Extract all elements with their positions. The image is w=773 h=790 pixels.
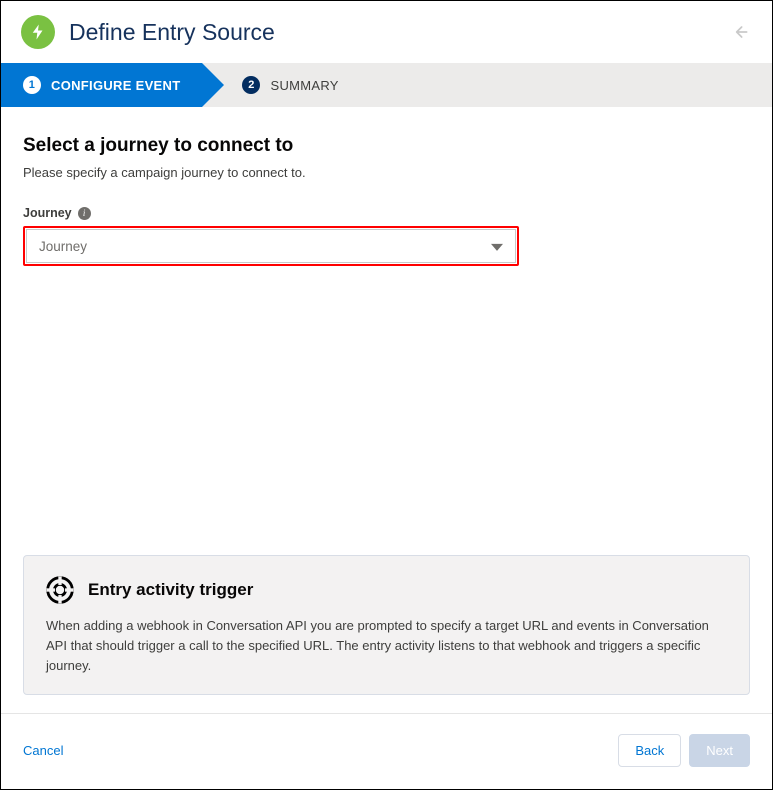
journey-select[interactable]: Journey (26, 229, 516, 263)
journey-field-label: Journey (23, 206, 72, 220)
step-number: 1 (23, 76, 41, 94)
step-configure-event[interactable]: 1 CONFIGURE EVENT (1, 63, 202, 107)
lightning-icon (21, 15, 55, 49)
journey-select-placeholder: Journey (39, 239, 87, 254)
step-label: CONFIGURE EVENT (51, 78, 180, 93)
back-arrow-icon[interactable] (728, 20, 752, 44)
footer: Cancel Back Next (1, 713, 772, 789)
step-label: SUMMARY (270, 78, 338, 93)
stepper: 1 CONFIGURE EVENT 2 SUMMARY (1, 63, 772, 107)
info-icon[interactable]: i (78, 207, 91, 220)
page-title: Define Entry Source (69, 19, 275, 46)
info-card-title: Entry activity trigger (88, 580, 253, 600)
cancel-link[interactable]: Cancel (23, 743, 63, 758)
section-heading: Select a journey to connect to (23, 135, 750, 157)
select-highlight: Journey (23, 226, 519, 266)
info-card-header: Entry activity trigger (46, 576, 727, 604)
info-card: Entry activity trigger When adding a web… (23, 555, 750, 695)
lifesaver-icon (46, 576, 74, 604)
main-panel: Select a journey to connect to Please sp… (1, 107, 772, 713)
section-subtext: Please specify a campaign journey to con… (23, 165, 750, 180)
step-summary[interactable]: 2 SUMMARY (202, 63, 360, 107)
header: Define Entry Source (1, 1, 772, 63)
journey-label-row: Journey i (23, 206, 750, 220)
next-button[interactable]: Next (689, 734, 750, 767)
info-card-body: When adding a webhook in Conversation AP… (46, 616, 727, 676)
step-number: 2 (242, 76, 260, 94)
back-button[interactable]: Back (618, 734, 681, 767)
